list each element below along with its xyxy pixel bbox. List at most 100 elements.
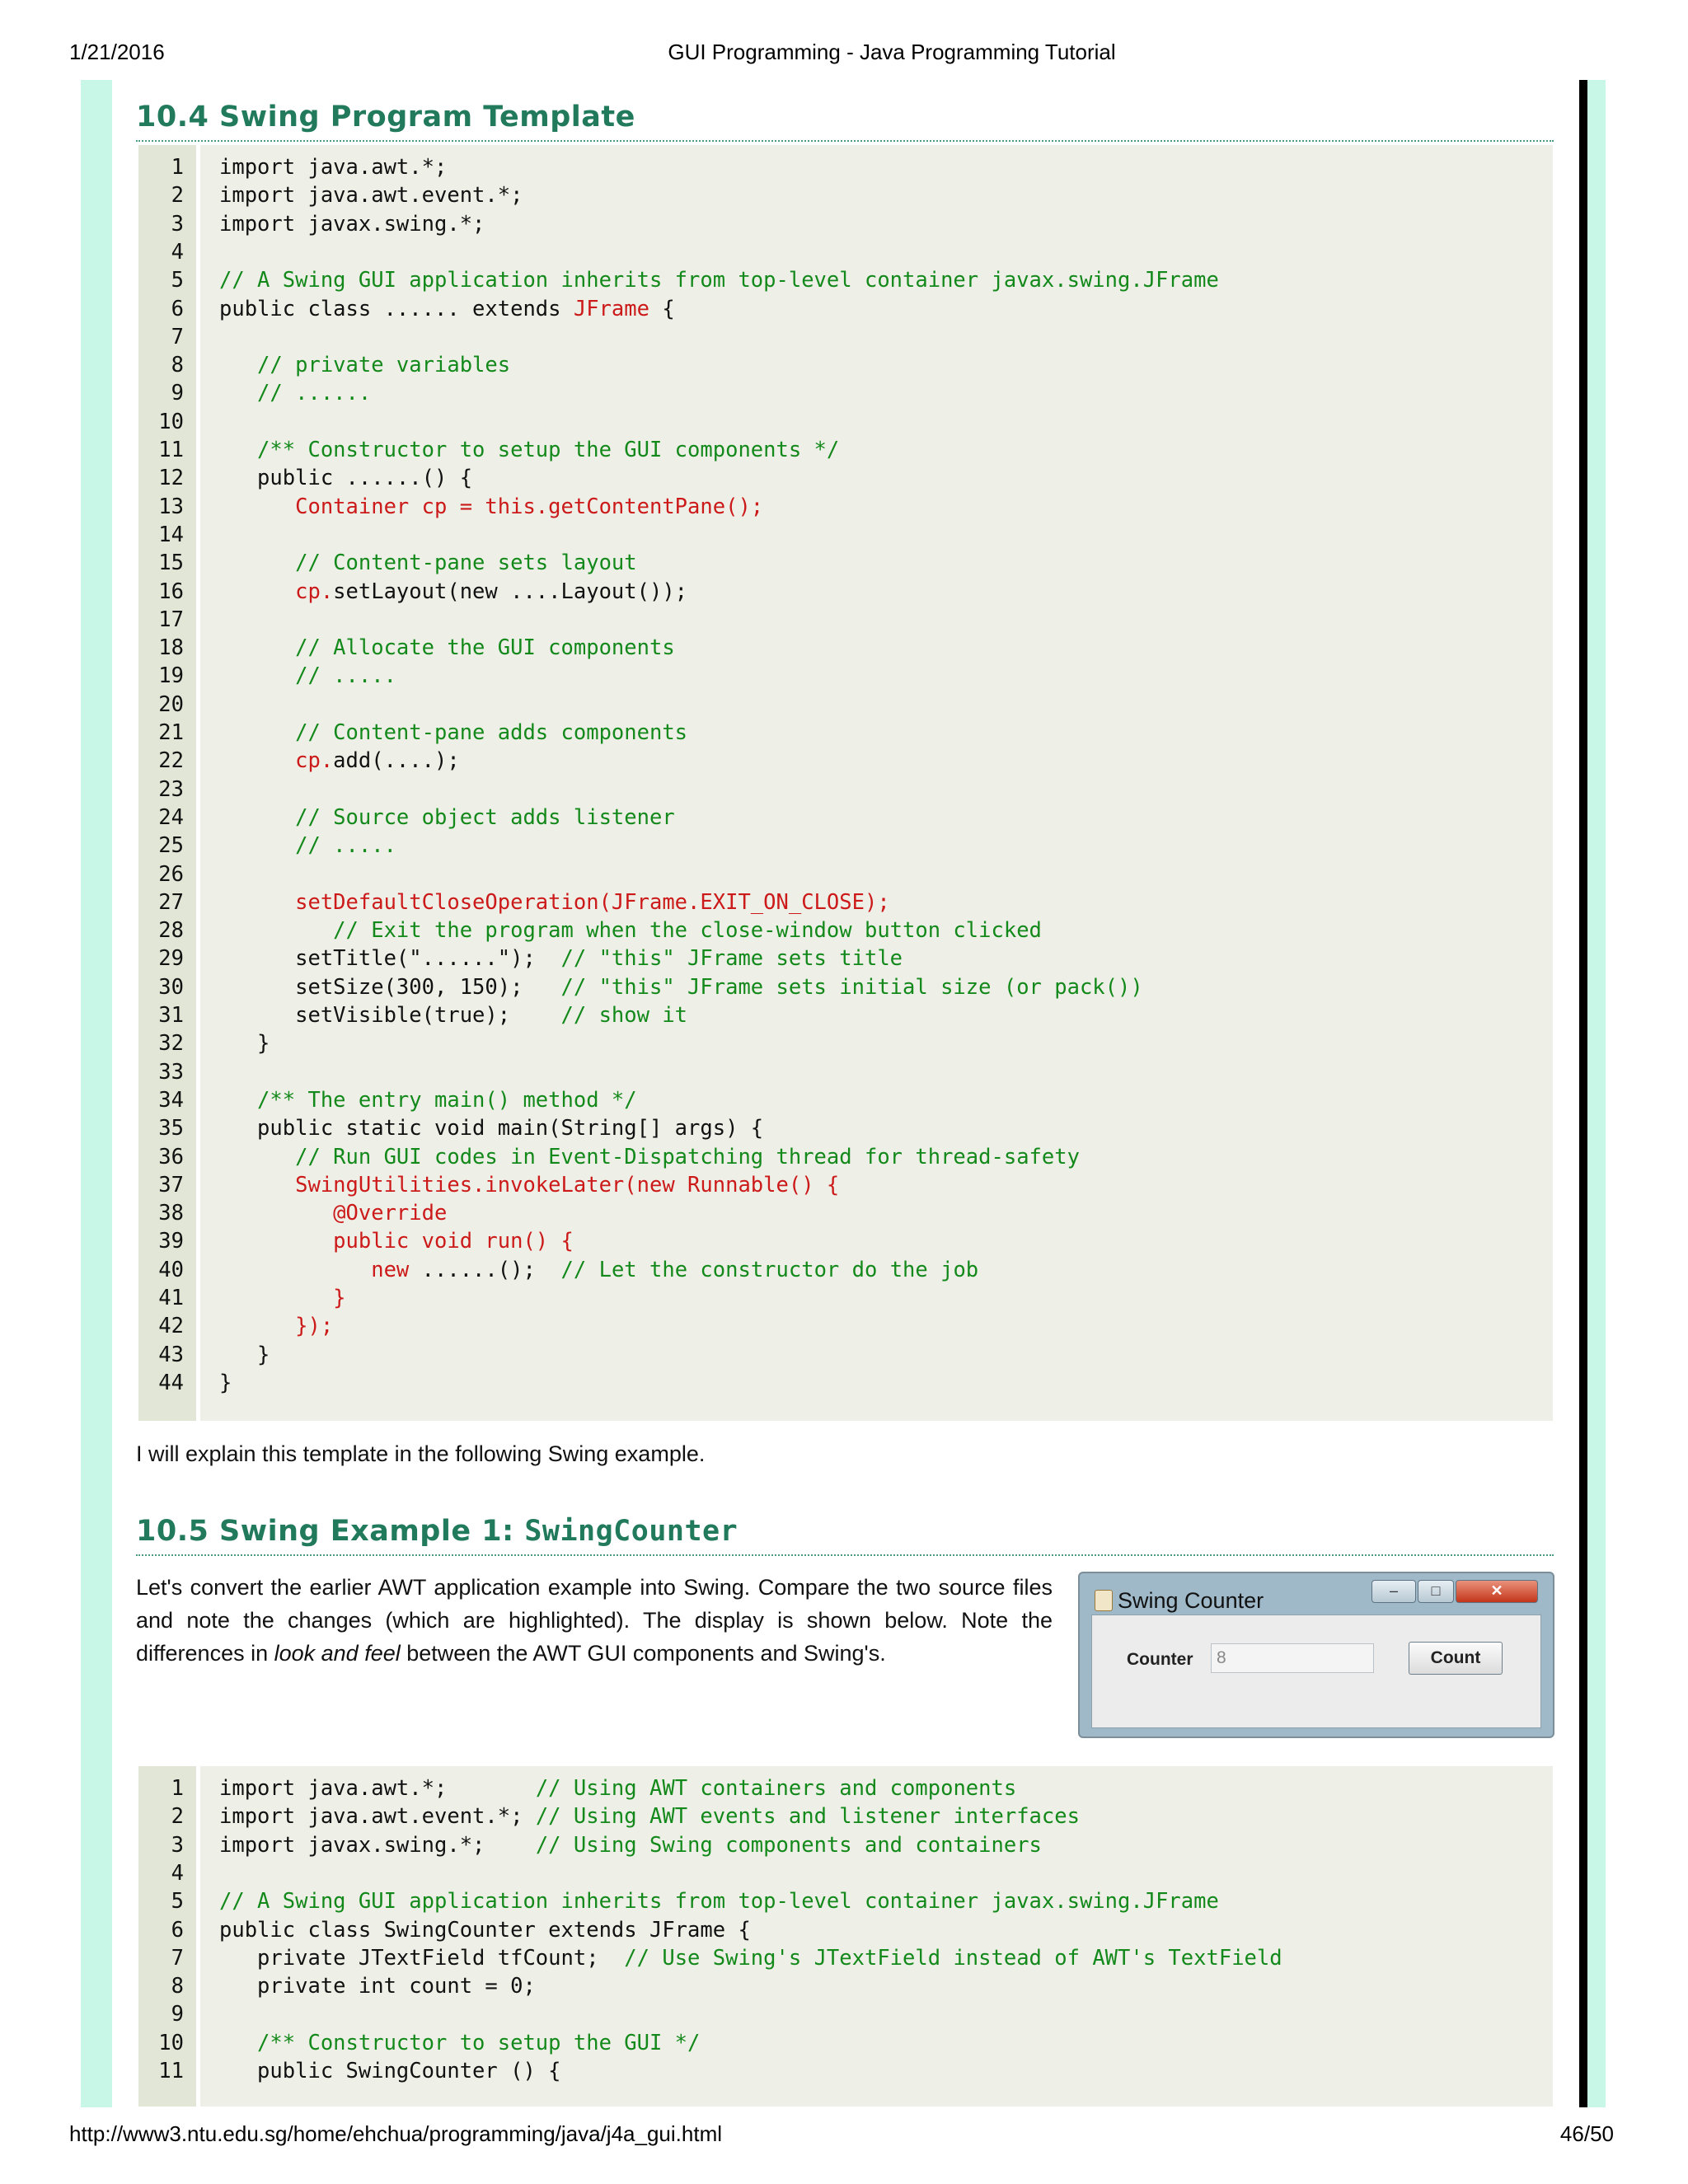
line-number: 2 [171, 1804, 184, 1830]
footer-url[interactable]: http://www3.ntu.edu.sg/home/ehchua/progr… [69, 2121, 722, 2147]
counter-label: Counter [1127, 1650, 1193, 1669]
code-text: // A Swing GUI application inherits from… [219, 1889, 1219, 1915]
section-heading-swing-template: 10.4 Swing Program Template [136, 101, 635, 134]
code-text: public ......() { [219, 466, 473, 491]
line-number: 20 [158, 691, 184, 717]
line-number: 3 [171, 1832, 184, 1858]
code-text: setDefaultCloseOperation(JFrame.EXIT_ON_… [219, 889, 890, 915]
line-number: 35 [158, 1116, 184, 1141]
line-number: 5 [171, 268, 184, 293]
code-text: private JTextField tfCount; // Use Swing… [219, 1945, 1282, 1971]
line-number: 26 [158, 861, 184, 887]
line-number: 18 [158, 635, 184, 661]
line-number: 32 [158, 1031, 184, 1057]
minimize-button[interactable]: – [1372, 1580, 1416, 1603]
line-number: 1 [171, 155, 184, 180]
code-text: // ...... [219, 381, 372, 406]
code-text: // ..... [219, 833, 396, 859]
close-button[interactable]: ✕ [1456, 1580, 1538, 1603]
left-margin-stripe [81, 80, 112, 2107]
line-number: 9 [171, 2002, 184, 2027]
window-title: Swing Counter [1118, 1588, 1264, 1613]
line-number: 33 [158, 1059, 184, 1085]
line-number: 27 [158, 889, 184, 915]
line-number: 11 [158, 438, 184, 462]
line-number: 29 [158, 946, 184, 972]
code-text: cp.setLayout(new ....Layout()); [219, 579, 688, 604]
intro-paragraph: Let's convert the earlier AWT applicatio… [136, 1571, 1053, 1670]
line-number: 8 [171, 353, 184, 378]
code-text: public static void main(String[] args) { [219, 1116, 764, 1141]
line-number: 37 [158, 1172, 184, 1197]
line-number: 22 [158, 748, 184, 774]
section-divider [136, 140, 1554, 142]
line-number: 7 [171, 324, 184, 349]
line-number: 14 [158, 522, 184, 547]
line-number: 43 [158, 1342, 184, 1367]
line-number: 4 [171, 1860, 184, 1886]
line-number: 6 [171, 1917, 184, 1943]
count-button[interactable]: Count [1409, 1642, 1503, 1675]
code-text: import javax.swing.*; // Using Swing com… [219, 1832, 1042, 1858]
code-text: import java.awt.event.*; [219, 183, 523, 209]
line-number: 13 [158, 494, 184, 519]
code-text: /** Constructor to setup the GUI compone… [219, 438, 840, 462]
line-number: 6 [171, 296, 184, 321]
code-text: @Override [219, 1201, 448, 1226]
code-text: // Allocate the GUI components [219, 635, 675, 661]
code-block-swing-counter: 1 import java.awt.*; // Using AWT contain… [138, 1766, 1553, 2107]
code-text: /** Constructor to setup the GUI */ [219, 2030, 701, 2055]
window-content-pane: Counter 8 Count [1091, 1615, 1541, 1728]
line-number: 4 [171, 239, 184, 265]
code-text: import java.awt.*; // Using AWT containe… [219, 1776, 1017, 1801]
code-text: import java.awt.*; [219, 155, 448, 180]
line-number: 12 [158, 466, 184, 491]
line-number: 19 [158, 663, 184, 689]
line-number: 1 [171, 1776, 184, 1801]
code-text: import java.awt.event.*; // Using AWT ev… [219, 1804, 1080, 1830]
line-number: 44 [158, 1370, 184, 1395]
code-text: setVisible(true); // show it [219, 1003, 688, 1028]
line-number: 39 [158, 1229, 184, 1254]
line-number: 11 [158, 2059, 184, 2083]
code-block-template: 1 import java.awt.*; 2 import java.awt.even… [138, 145, 1553, 1421]
section-heading-text: 10.5 Swing Example 1: [136, 1515, 525, 1548]
line-number: 17 [158, 607, 184, 632]
code-text: setTitle("......"); // "this" JFrame set… [219, 946, 903, 972]
line-number: 16 [158, 579, 184, 604]
code-text: cp.add(....); [219, 748, 460, 774]
line-number: 36 [158, 1144, 184, 1169]
line-number: 5 [171, 1889, 184, 1915]
intro-text-end: between the AWT GUI components and Swing… [400, 1641, 886, 1666]
line-number: 15 [158, 551, 184, 576]
code-text: // A Swing GUI application inherits from… [219, 268, 1219, 293]
code-text: // Run GUI codes in Event-Dispatching th… [219, 1144, 1080, 1169]
code-text: import javax.swing.*; [219, 211, 485, 237]
code-text: public void run() { [219, 1229, 574, 1254]
code-text: public SwingCounter () { [219, 2059, 561, 2083]
page-header-title: GUI Programming - Java Programming Tutor… [668, 40, 1116, 64]
explanation-paragraph: I will explain this template in the foll… [136, 1441, 706, 1466]
maximize-button[interactable]: □ [1418, 1580, 1454, 1603]
page-number: 46/50 [1559, 2121, 1614, 2146]
line-number: 24 [158, 804, 184, 830]
code-text: Container cp = this.getContentPane(); [219, 494, 764, 519]
java-app-icon [1095, 1590, 1113, 1611]
line-number: 9 [171, 381, 184, 406]
code-text: SwingUtilities.invokeLater(new Runnable(… [219, 1172, 840, 1197]
line-number: 30 [158, 974, 184, 1000]
line-number: 40 [158, 1257, 184, 1282]
code-text: new ......(); // Let the constructor do … [219, 1257, 979, 1282]
code-text: } [219, 1031, 270, 1057]
code-text: setSize(300, 150); // "this" JFrame sets… [219, 974, 1143, 1000]
code-text: // Content-pane adds components [219, 720, 688, 745]
code-text: private int count = 0; [219, 1974, 536, 1999]
code-text: public class ...... extends JFrame { [219, 296, 675, 321]
counter-text-field[interactable]: 8 [1211, 1643, 1374, 1673]
line-number: 21 [158, 720, 184, 745]
line-number: 41 [158, 1286, 184, 1310]
code-text: // Exit the program when the close-windo… [219, 918, 1042, 944]
line-number: 23 [158, 776, 184, 802]
code-text: } [219, 1286, 346, 1310]
line-number: 10 [158, 2030, 184, 2055]
